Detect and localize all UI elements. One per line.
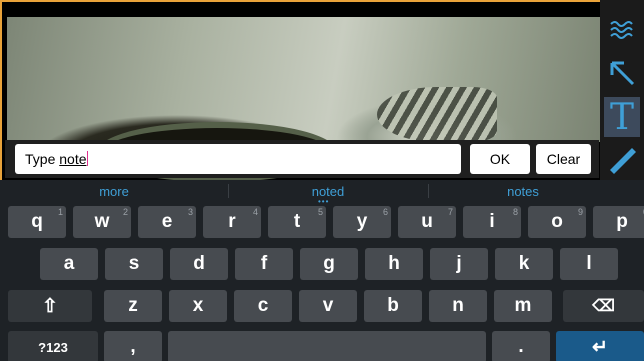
arrow-icon[interactable]: [604, 55, 640, 91]
key-label: y: [356, 211, 368, 232]
note-bar: Type note OK Clear: [5, 140, 599, 178]
key-b[interactable]: b: [364, 290, 422, 322]
suggestion-more-dots: •••: [318, 197, 330, 206]
backspace-key[interactable]: ⌫: [563, 290, 644, 322]
key-v[interactable]: v: [299, 290, 357, 322]
key-label: u: [421, 211, 433, 232]
key-label: t: [293, 211, 301, 232]
key-c[interactable]: c: [234, 290, 292, 322]
note-text-composing: note: [59, 151, 87, 167]
key-label: i: [489, 211, 495, 232]
backspace-icon: ⌫: [592, 298, 615, 315]
key-d[interactable]: d: [170, 248, 228, 280]
comma-key[interactable]: ,: [104, 331, 162, 361]
key-hint: 8: [512, 207, 518, 217]
key-hint: 5: [317, 207, 323, 217]
key-hint: 4: [252, 207, 258, 217]
wave-line-icon[interactable]: [604, 10, 640, 46]
key-n[interactable]: n: [429, 290, 487, 322]
shift-icon: ⇧: [42, 295, 58, 317]
text-tool-icon[interactable]: T: [604, 96, 640, 138]
key-o[interactable]: o9: [528, 206, 586, 238]
key-l[interactable]: l: [560, 248, 618, 280]
key-hint: 2: [122, 207, 128, 217]
note-input[interactable]: Type note: [15, 144, 461, 174]
key-h[interactable]: h: [365, 248, 423, 280]
enter-icon: ↵: [592, 336, 608, 358]
key-label: q: [31, 211, 43, 232]
annotation-toolbar: T: [600, 0, 644, 180]
key-hint: 6: [382, 207, 388, 217]
key-e[interactable]: e3: [138, 206, 196, 238]
text-caret: [86, 151, 88, 166]
key-k[interactable]: k: [495, 248, 553, 280]
period-key[interactable]: .: [492, 331, 550, 361]
key-r[interactable]: r4: [203, 206, 261, 238]
key-f[interactable]: f: [235, 248, 293, 280]
key-a[interactable]: a: [40, 248, 98, 280]
enter-key[interactable]: ↵: [556, 331, 644, 361]
key-y[interactable]: y6: [333, 206, 391, 238]
key-hint: 3: [187, 207, 193, 217]
camera-feed[interactable]: [7, 17, 601, 182]
key-label: w: [94, 211, 110, 232]
clear-button[interactable]: Clear: [536, 144, 591, 174]
key-t[interactable]: t5: [268, 206, 326, 238]
suggestion-notes[interactable]: notes: [428, 180, 618, 202]
shift-key[interactable]: ⇧: [8, 290, 92, 322]
key-q[interactable]: q1: [8, 206, 66, 238]
key-hint: 7: [447, 207, 453, 217]
key-hint: 1: [57, 207, 63, 217]
onscreen-keyboard: more noted ••• notes q1w2e3r4t5y6u7i8o9p…: [0, 180, 644, 361]
key-hint: 9: [577, 207, 583, 217]
key-s[interactable]: s: [105, 248, 163, 280]
key-g[interactable]: g: [300, 248, 358, 280]
space-key[interactable]: [168, 331, 486, 361]
key-label: p: [616, 211, 628, 232]
key-label: o: [551, 211, 563, 232]
note-text-prefix: Type: [25, 151, 60, 167]
text-tool-glyph: T: [609, 96, 634, 138]
key-label: e: [161, 211, 173, 232]
ruler-icon[interactable]: [604, 142, 640, 178]
key-j[interactable]: j: [430, 248, 488, 280]
key-i[interactable]: i8: [463, 206, 521, 238]
suggestion-more[interactable]: more: [0, 180, 228, 202]
bolt-thread: [377, 87, 497, 142]
key-m[interactable]: m: [494, 290, 552, 322]
key-z[interactable]: z: [104, 290, 162, 322]
key-p[interactable]: p0: [593, 206, 644, 238]
key-u[interactable]: u7: [398, 206, 456, 238]
key-label: r: [228, 211, 236, 232]
key-x[interactable]: x: [169, 290, 227, 322]
key-w[interactable]: w2: [73, 206, 131, 238]
ok-button[interactable]: OK: [470, 144, 530, 174]
symbols-key[interactable]: ?123: [8, 331, 98, 361]
